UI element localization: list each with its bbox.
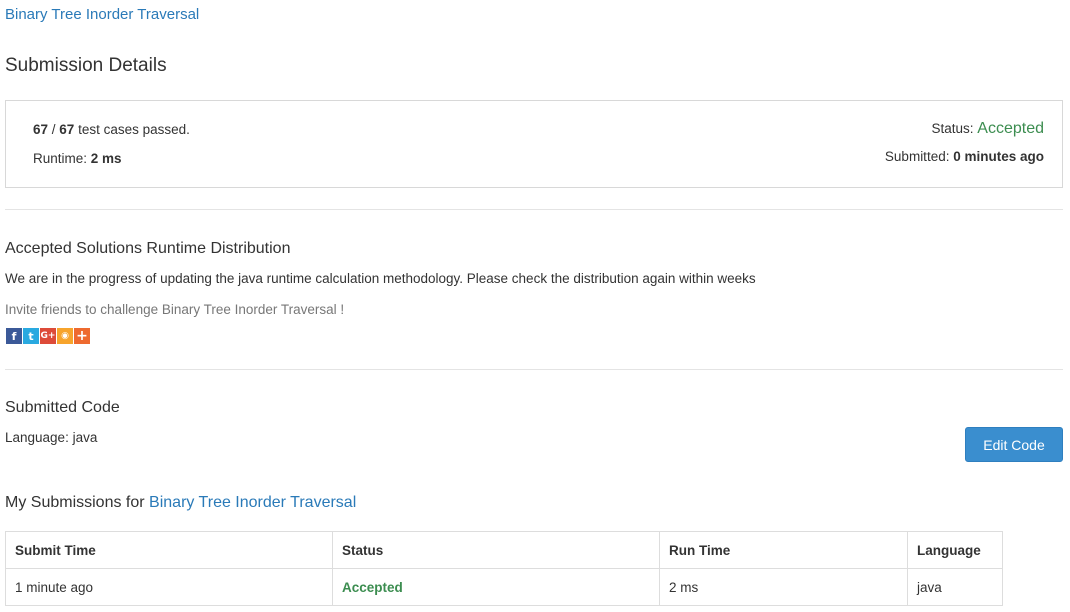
table-header-row: Submit Time Status Run Time Language	[5, 531, 1003, 569]
page-title: Submission Details	[5, 55, 167, 76]
submitted-value: 0 minutes ago	[953, 149, 1044, 164]
invite-text: Invite friends to challenge Binary Tree …	[5, 302, 345, 317]
runtime-value: 2 ms	[90, 151, 122, 166]
status-label: Status:	[931, 121, 978, 136]
table-row[interactable]: 1 minute ago Accepted 2 ms java	[5, 568, 1003, 606]
share-icons: f t G+ ◉ +	[6, 328, 90, 344]
column-header-run-time: Run Time	[659, 531, 908, 569]
google-plus-icon[interactable]: G+	[40, 328, 56, 344]
submitted-label: Submitted:	[884, 149, 954, 164]
column-header-status: Status	[332, 531, 660, 569]
total-count: 67	[59, 122, 75, 137]
submitted-line: Submitted: 0 minutes ago	[885, 149, 1044, 178]
submission-page: Binary Tree Inorder Traversal Submission…	[0, 0, 1070, 612]
submissions-table: Submit Time Status Run Time Language 1 m…	[5, 531, 1003, 606]
more-share-icon[interactable]: +	[74, 328, 90, 344]
edit-code-button[interactable]: Edit Code	[965, 427, 1063, 462]
my-submissions-heading: My Submissions for Binary Tree Inorder T…	[5, 494, 356, 512]
weibo-icon[interactable]: ◉	[57, 328, 73, 344]
run-time-cell: 2 ms	[659, 568, 908, 606]
column-header-submit-time: Submit Time	[5, 531, 333, 569]
twitter-icon[interactable]: t	[23, 328, 39, 344]
status-cell[interactable]: Accepted	[332, 568, 660, 606]
my-submissions-problem-link[interactable]: Binary Tree Inorder Traversal	[149, 494, 356, 511]
facebook-icon[interactable]: f	[6, 328, 22, 344]
language-cell: java	[907, 568, 1003, 606]
my-submissions-prefix: My Submissions for	[5, 494, 150, 511]
runtime-label: Runtime:	[33, 151, 91, 166]
submitted-code-title: Submitted Code	[5, 399, 120, 416]
submit-time-cell: 1 minute ago	[5, 568, 333, 606]
count-separator: /	[48, 122, 60, 137]
runtime-line: Runtime: 2 ms	[33, 151, 190, 180]
divider	[5, 209, 1063, 210]
distribution-note: We are in the progress of updating the j…	[5, 271, 756, 286]
distribution-title: Accepted Solutions Runtime Distribution	[5, 240, 291, 257]
result-status: Status: Accepted Submitted: 0 minutes ag…	[885, 120, 1044, 178]
status-line: Status: Accepted	[885, 120, 1045, 149]
column-header-language: Language	[907, 531, 1003, 569]
test-cases-line: 67 / 67 test cases passed.	[33, 122, 190, 151]
status-value: Accepted	[977, 120, 1044, 137]
divider	[5, 369, 1063, 370]
language-label: Language: java	[5, 430, 98, 445]
passed-suffix: test cases passed.	[74, 122, 190, 137]
problem-link[interactable]: Binary Tree Inorder Traversal	[5, 6, 199, 23]
result-panel: 67 / 67 test cases passed. Runtime: 2 ms…	[5, 100, 1063, 188]
result-summary: 67 / 67 test cases passed. Runtime: 2 ms	[33, 122, 190, 180]
passed-count: 67	[33, 122, 49, 137]
